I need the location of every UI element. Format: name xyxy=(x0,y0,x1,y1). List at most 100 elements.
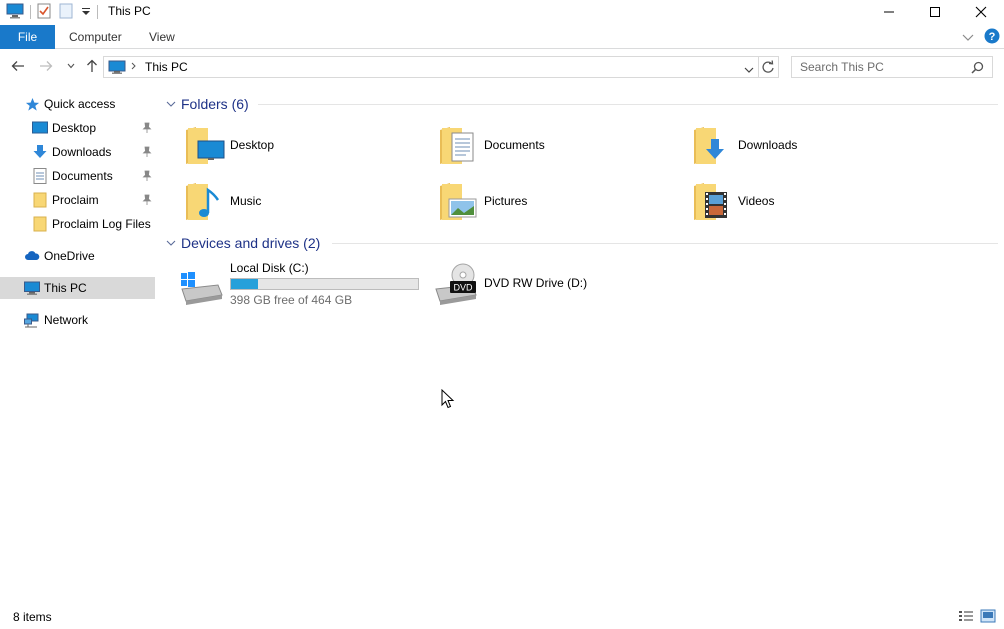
ribbon-tabs: File Computer View ? xyxy=(0,25,1004,49)
close-icon xyxy=(975,6,987,18)
pin-icon[interactable] xyxy=(142,194,152,209)
sidebar-item-label: Network xyxy=(44,313,89,327)
view-switcher xyxy=(958,609,996,626)
tab-view[interactable]: View xyxy=(149,25,175,49)
sidebar-item-label: This PC xyxy=(44,281,87,295)
drive-tile-dvd[interactable]: DVD DVD RW Drive (D:) xyxy=(432,261,587,307)
mouse-cursor-icon xyxy=(441,388,455,412)
breadcrumb[interactable]: This PC xyxy=(145,60,188,74)
up-button[interactable] xyxy=(84,58,100,74)
recent-locations-button[interactable] xyxy=(63,58,79,74)
drive-free-space: 398 GB free of 464 GB xyxy=(230,293,353,307)
qat-separator xyxy=(30,5,31,19)
disk-usage-fill xyxy=(231,279,258,289)
sidebar-item-label: OneDrive xyxy=(44,249,95,263)
close-button[interactable] xyxy=(958,0,1004,24)
tab-file[interactable]: File xyxy=(0,25,55,49)
documents-icon xyxy=(32,168,48,184)
desktop-icon xyxy=(32,120,48,136)
hard-drive-icon xyxy=(178,261,224,307)
sidebar-item-onedrive[interactable]: OneDrive xyxy=(24,245,95,267)
downloads-icon xyxy=(32,144,48,160)
group-header-folders[interactable]: Folders (6) xyxy=(166,94,249,114)
documents-folder-icon xyxy=(438,124,480,166)
sidebar-item-desktop[interactable]: Desktop xyxy=(32,117,96,139)
sidebar-item-this-pc[interactable]: This PC xyxy=(24,277,87,299)
help-icon[interactable]: ? xyxy=(984,28,1000,47)
folder-tile-videos[interactable]: Videos xyxy=(692,178,774,224)
quick-access-toolbar xyxy=(6,3,104,21)
drive-tile-local-disk[interactable]: Local Disk (C:) 398 GB free of 464 GB xyxy=(178,261,419,307)
pin-icon[interactable] xyxy=(142,170,152,185)
content-pane: Folders (6) Desktop Documents Downloads … xyxy=(160,88,1004,598)
tile-label: Downloads xyxy=(738,138,798,152)
maximize-button[interactable] xyxy=(912,0,958,24)
tile-label: Desktop xyxy=(230,138,275,152)
minimize-button[interactable] xyxy=(866,0,912,24)
pin-icon[interactable] xyxy=(142,146,152,161)
folder-tile-documents[interactable]: Documents xyxy=(438,122,545,168)
group-header-devices[interactable]: Devices and drives (2) xyxy=(166,233,320,253)
svg-text:?: ? xyxy=(989,31,996,43)
folder-tile-desktop[interactable]: Desktop xyxy=(184,122,274,168)
title-bar: This PC xyxy=(0,0,1004,24)
tile-label: Music xyxy=(230,194,262,208)
folder-tile-music[interactable]: Music xyxy=(184,178,261,224)
item-count: 8 items xyxy=(13,610,52,624)
computer-icon[interactable] xyxy=(6,3,24,22)
sidebar-item-label: Documents xyxy=(52,169,113,183)
chevron-down-icon xyxy=(166,240,176,246)
large-icons-view-icon[interactable] xyxy=(980,609,996,626)
forward-arrow-icon xyxy=(40,61,53,71)
status-bar: 8 items xyxy=(0,606,1004,628)
sidebar-item-label: Proclaim xyxy=(52,193,99,207)
up-arrow-icon xyxy=(87,59,97,72)
details-view-icon[interactable] xyxy=(958,609,974,626)
back-arrow-icon xyxy=(11,61,24,71)
back-button[interactable] xyxy=(10,58,26,74)
customize-toolbar-icon[interactable] xyxy=(81,5,91,20)
address-history-icon[interactable] xyxy=(744,63,754,77)
videos-folder-icon xyxy=(692,180,734,222)
sidebar-item-downloads[interactable]: Downloads xyxy=(32,141,111,163)
sidebar-item-documents[interactable]: Documents xyxy=(32,165,113,187)
drive-label: DVD RW Drive (D:) xyxy=(484,276,588,290)
sidebar-item-proclaim-log-files[interactable]: Proclaim Log Files xyxy=(32,213,151,235)
folder-tile-downloads[interactable]: Downloads xyxy=(692,122,797,168)
window-title: This PC xyxy=(108,4,151,18)
sidebar-item-proclaim[interactable]: Proclaim xyxy=(32,189,99,211)
properties-icon[interactable] xyxy=(37,3,51,22)
navigation-bar: This PC Search This PC xyxy=(0,53,1004,81)
chevron-down-icon xyxy=(67,63,75,69)
group-divider xyxy=(258,104,998,105)
sidebar-item-network[interactable]: Network xyxy=(24,309,88,331)
downloads-folder-icon xyxy=(692,124,734,166)
sidebar-item-label: Downloads xyxy=(52,145,112,159)
tile-label: Videos xyxy=(738,194,775,208)
new-folder-icon[interactable] xyxy=(59,3,73,22)
breadcrumb-chevron-icon[interactable] xyxy=(131,60,137,75)
group-title: Folders (6) xyxy=(181,96,249,112)
group-title: Devices and drives (2) xyxy=(181,235,321,251)
drive-info: Local Disk (C:) 398 GB free of 464 GB xyxy=(230,261,419,307)
address-bar[interactable]: This PC xyxy=(103,56,779,78)
desktop-folder-icon xyxy=(184,124,226,166)
navigation-pane: Quick access Desktop Downloads Documents… xyxy=(0,88,160,598)
search-icon[interactable] xyxy=(971,61,984,77)
sidebar-item-quick-access[interactable]: Quick access xyxy=(24,93,115,115)
forward-button[interactable] xyxy=(38,58,54,74)
sidebar-item-label: Proclaim Log Files xyxy=(52,217,151,231)
cloud-icon xyxy=(24,248,40,264)
tile-label: Pictures xyxy=(484,194,528,208)
pin-icon[interactable] xyxy=(142,122,152,137)
music-folder-icon xyxy=(184,180,226,222)
computer-icon xyxy=(24,280,40,296)
expand-ribbon-icon[interactable] xyxy=(962,31,974,45)
dvd-drive-icon: DVD xyxy=(432,261,478,307)
qat-separator xyxy=(97,5,98,19)
folder-tile-pictures[interactable]: Pictures xyxy=(438,178,527,224)
search-input[interactable]: Search This PC xyxy=(791,56,993,78)
chevron-down-icon xyxy=(166,101,176,107)
tab-computer[interactable]: Computer xyxy=(69,25,122,49)
refresh-icon[interactable] xyxy=(761,60,775,77)
